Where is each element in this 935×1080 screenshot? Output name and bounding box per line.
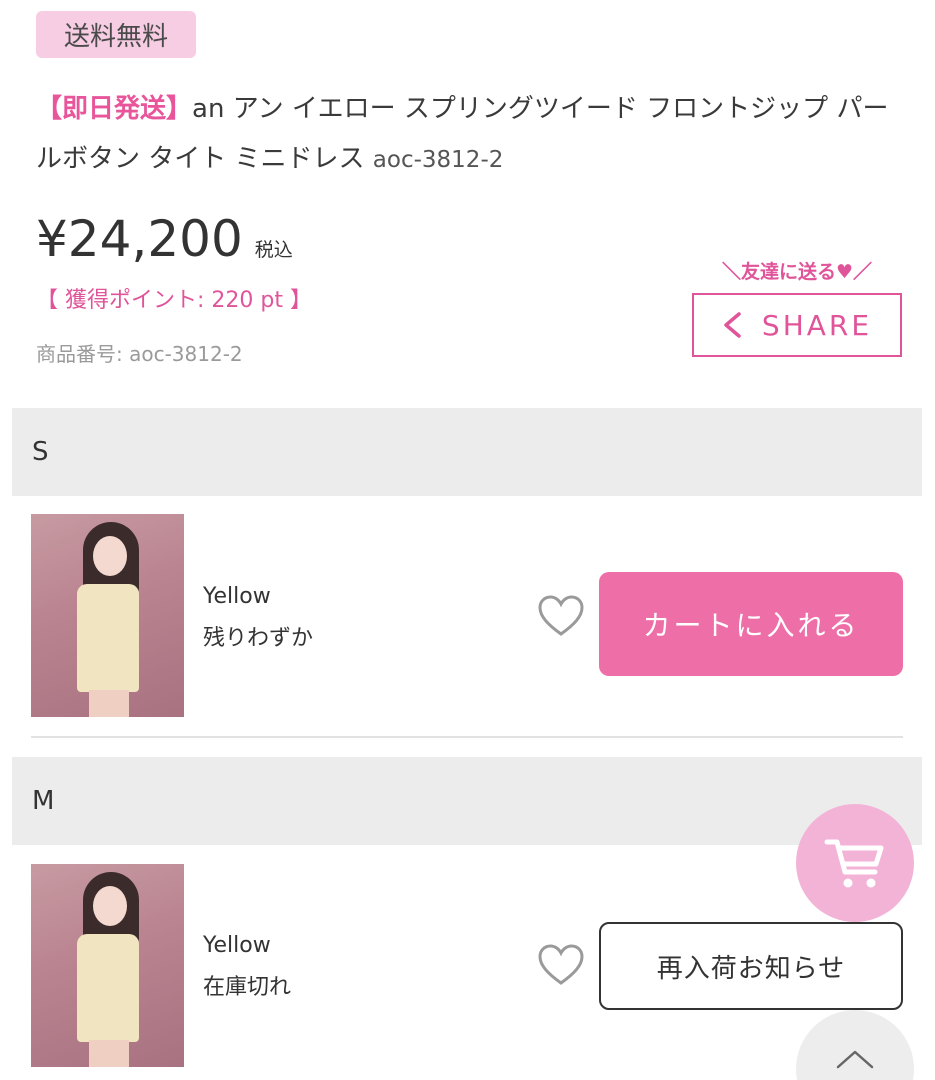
- heart-icon[interactable]: [537, 594, 585, 638]
- product-sku-inline: aoc-3812-2: [372, 147, 504, 173]
- cart-icon: [824, 839, 884, 888]
- size-header-m: M: [12, 757, 922, 845]
- free-shipping-badge: 送料無料: [36, 11, 196, 58]
- chevron-up-icon: [836, 1050, 874, 1069]
- restock-notify-button[interactable]: 再入荷お知らせ: [599, 922, 903, 1010]
- row-divider: [31, 736, 903, 738]
- product-thumbnail[interactable]: [31, 864, 184, 1067]
- size-header-s: S: [12, 408, 922, 496]
- scroll-to-top-button[interactable]: [796, 1010, 914, 1080]
- tax-label: 税込: [254, 239, 293, 261]
- product-title: 【即日発送】an アン イエロー スプリングツイード フロントジップ パールボタ…: [36, 84, 906, 185]
- price-block: ¥24,200 税込: [36, 210, 293, 268]
- product-page: 送料無料 【即日発送】an アン イエロー スプリングツイード フロントジップ …: [0, 0, 935, 1080]
- floating-cart-button[interactable]: [796, 804, 914, 922]
- variant-color: Yellow: [203, 584, 271, 609]
- heart-icon[interactable]: [537, 943, 585, 987]
- variant-stock-status: 残りわずか: [203, 626, 314, 651]
- same-day-shipping-tag: 【即日発送】: [36, 94, 193, 124]
- variant-color: Yellow: [203, 933, 271, 958]
- variant-stock-status: 在庫切れ: [203, 975, 292, 1000]
- send-to-friend-label: ＼友達に送る♥／: [721, 261, 873, 283]
- reward-points: 【 獲得ポイント: 220 pt 】: [36, 288, 312, 313]
- add-to-cart-button[interactable]: カートに入れる: [599, 572, 903, 676]
- share-icon: [724, 312, 741, 338]
- product-thumbnail[interactable]: [31, 514, 184, 717]
- share-button[interactable]: SHARE: [692, 293, 902, 357]
- price-amount: ¥24,200: [36, 210, 243, 268]
- product-number: 商品番号: aoc-3812-2: [36, 342, 243, 366]
- share-button-label: SHARE: [761, 308, 873, 342]
